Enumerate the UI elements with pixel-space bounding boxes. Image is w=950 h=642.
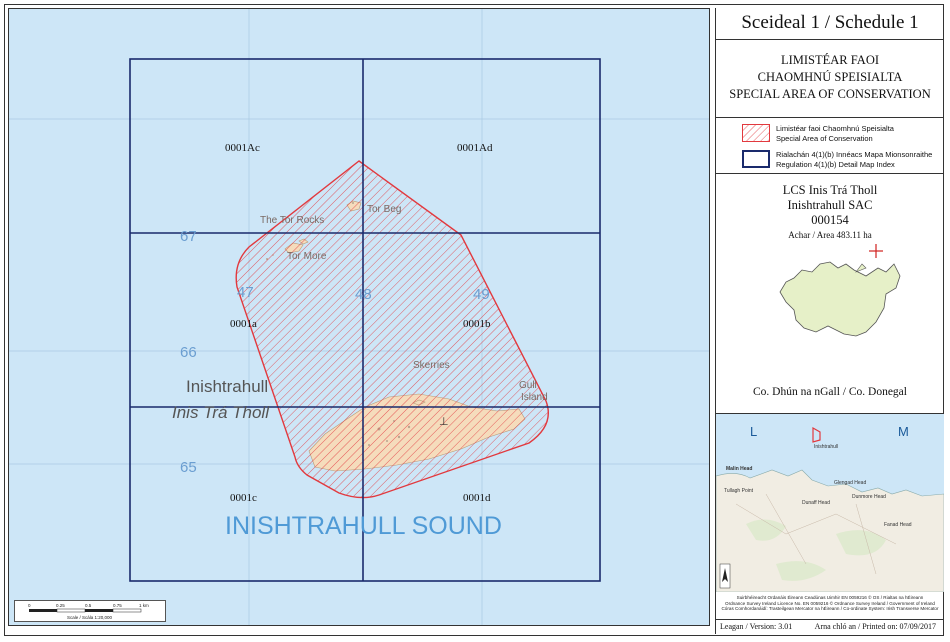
site-name-english: Inishtrahull SAC (787, 198, 873, 212)
trig-point-icon: ⊥ (439, 416, 449, 428)
credit-line: Suirbhéireacht Ordanáis Éireann Ceadúnas… (736, 595, 924, 600)
inset-place: Glengad Head (834, 480, 866, 486)
scale-tick: 0.75 (113, 603, 122, 608)
tile-label-0001b: 0001b (463, 318, 491, 330)
grid-number: 66 (180, 344, 197, 361)
scale-tick: 0.25 (56, 603, 65, 608)
tile-label-0001Ad: 0001Ad (457, 142, 493, 154)
legend-label: Rialachán 4(1)(b) Innéacs Mapa Mionsonra… (776, 150, 933, 159)
scale-label: Scale / Scála 1:20,000 (67, 615, 113, 620)
label-inishtrahull: Inishtrahull (186, 377, 268, 396)
label-island: Island (521, 392, 548, 403)
site-name-irish: LCS Inis Trá Tholl (782, 183, 878, 197)
grid-number: 67 (180, 228, 197, 245)
label-the-tor-rocks: The Tor Rocks (260, 215, 324, 226)
designation-line: CHAOMHNÚ SPEISIALTA (757, 70, 903, 84)
designation-block: LIMISTÉAR FAOI CHAOMHNÚ SPEISIALTA SPECI… (716, 40, 944, 118)
label-inishtrahull-sound: INISHTRAHULL SOUND (225, 512, 502, 540)
label-tor-more: Tor More (287, 251, 327, 262)
inset-place: Malin Head (726, 466, 752, 472)
credits: Suirbhéireacht Ordanáis Éireann Ceadúnas… (716, 592, 944, 620)
inset-place: Tullagh Point (724, 488, 754, 494)
tile-label-0001d: 0001d (463, 492, 491, 504)
grid-number: 47 (237, 284, 254, 301)
label-skerries: Skerries (413, 360, 450, 371)
legend-label: Regulation 4(1)(b) Detail Map Index (776, 159, 895, 169)
inset-place: Inishtrahull (814, 444, 838, 450)
donegal-locator-map (779, 244, 901, 337)
hatch-swatch-icon (742, 124, 770, 142)
site-code: 000154 (811, 213, 849, 227)
scale-tick: 1 km (139, 603, 149, 608)
schedule-title: Sceideal 1 / Schedule 1 (716, 8, 944, 40)
label-inis-tra-tholl: Inis Trá Tholl (172, 403, 270, 422)
credit-line: Córas Comhordanáidí: Trasteilgean Mercat… (721, 606, 939, 612)
grid-number: 48 (355, 286, 372, 303)
legend: Limistéar faoi Chaomhnú Speisialta Speci… (716, 118, 944, 174)
grid-number: 49 (473, 286, 490, 303)
legend-label: Special Area of Conservation (776, 133, 873, 143)
site-info: LCS Inis Trá Tholl Inishtrahull SAC 0001… (716, 174, 944, 414)
site-marker-icon (869, 244, 883, 258)
outline-swatch-icon (742, 150, 770, 168)
tile-label-0001c: 0001c (230, 492, 257, 504)
scale-tick: 0 (28, 603, 31, 608)
north-arrow-icon (719, 563, 731, 589)
label-tor-beg: Tor Beg (367, 204, 401, 215)
legend-item-sac: Limistéar faoi Chaomhnú Speisialta Speci… (742, 122, 942, 146)
inset-grid-label: M (898, 424, 909, 439)
version-label: Leagan / Version: 3.01 (720, 622, 793, 631)
legend-item-index: Rialachán 4(1)(b) Innéacs Mapa Mionsonra… (742, 148, 942, 172)
info-panel: Sceideal 1 / Schedule 1 LIMISTÉAR FAOI C… (715, 8, 945, 634)
legend-label: Limistéar faoi Chaomhnú Speisialta (776, 124, 894, 133)
inset-grid-label: L (750, 424, 757, 439)
scale-tick: 0.5 (85, 603, 92, 608)
tile-label-0001Ac: 0001Ac (225, 142, 260, 154)
inset-place: Fanad Head (884, 522, 912, 528)
grid-number: 65 (180, 459, 197, 476)
inset-place: Dunaff Head (802, 500, 830, 506)
county-label: Co. Dhún na nGall / Co. Donegal (753, 386, 907, 398)
designation-line: LIMISTÉAR FAOI (780, 53, 880, 67)
inset-map[interactable]: L M Inishtrahull Malin Head Glengad Head… (715, 414, 945, 593)
footer: Leagan / Version: 3.01 Arna chló an / Pr… (716, 620, 944, 634)
inset-place: Dunmore Head (852, 494, 886, 500)
printed-date: Arna chló an / Printed on: 07/09/2017 (814, 622, 936, 631)
tile-label-0001a: 0001a (230, 318, 257, 330)
main-map[interactable]: ⊥ 67 66 65 47 48 49 0001Ac 0001Ad 0001a … (8, 8, 710, 626)
designation-line: SPECIAL AREA OF CONSERVATION (729, 87, 931, 101)
label-gull: Gull (519, 380, 537, 391)
scale-bar: 0 0.25 0.5 0.75 1 km Scale / Scála 1:20,… (14, 600, 166, 622)
map-canvas: ⊥ 67 66 65 47 48 49 0001Ac 0001Ad 0001a … (9, 9, 709, 625)
